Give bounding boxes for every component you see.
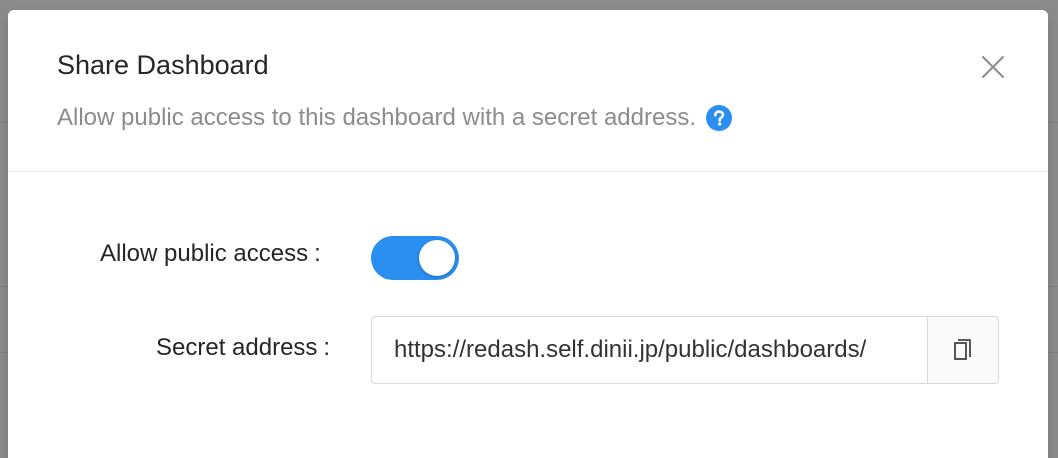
secret-address-input[interactable] bbox=[371, 316, 927, 384]
public-access-colon: : bbox=[314, 240, 321, 267]
modal-header: Share Dashboard Allow public access to t… bbox=[8, 10, 1048, 172]
copy-icon bbox=[954, 339, 971, 360]
question-circle-icon[interactable] bbox=[706, 105, 732, 131]
public-access-toggle[interactable] bbox=[371, 236, 459, 280]
toggle-knob bbox=[419, 240, 455, 276]
close-icon bbox=[982, 56, 1004, 78]
secret-address-row: Secret address : bbox=[156, 334, 330, 362]
modal-description: Allow public access to this dashboard wi… bbox=[57, 102, 732, 134]
secret-address-group bbox=[371, 316, 999, 384]
close-button[interactable] bbox=[978, 52, 1008, 82]
copy-button[interactable] bbox=[927, 316, 999, 384]
secret-address-colon: : bbox=[323, 334, 331, 361]
secret-address-label: Secret address bbox=[156, 334, 318, 361]
public-access-row: Allow public access : bbox=[100, 240, 321, 268]
share-dashboard-modal: Share Dashboard Allow public access to t… bbox=[8, 10, 1048, 458]
modal-title: Share Dashboard bbox=[57, 50, 269, 80]
modal-description-text: Allow public access to this dashboard wi… bbox=[57, 104, 696, 131]
public-access-label: Allow public access bbox=[100, 240, 309, 267]
